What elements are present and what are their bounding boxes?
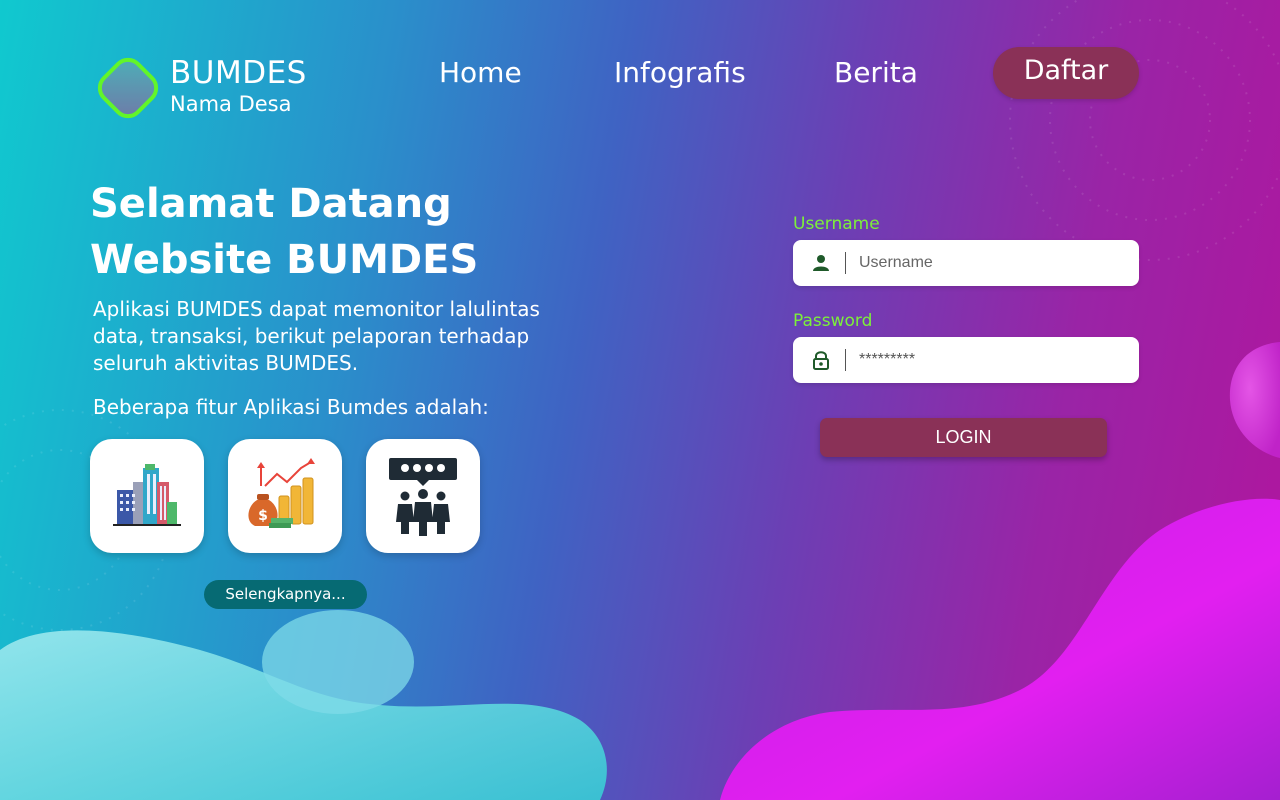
user-icon — [813, 255, 829, 271]
nav-home-link[interactable]: Home — [439, 56, 522, 90]
password-input[interactable] — [859, 345, 1123, 375]
username-label: Username — [793, 214, 880, 234]
username-separator — [845, 252, 846, 274]
username-input[interactable] — [859, 248, 1123, 278]
selengkapnya-button[interactable]: Selengkapnya... — [204, 580, 367, 609]
hero-description: Aplikasi BUMDES dapat memonitor lalulint… — [93, 297, 540, 375]
money-growth-icon: $ — [248, 458, 315, 528]
features-intro: Beberapa fitur Aplikasi Bumdes adalah: — [93, 395, 489, 419]
hero-title-line2: Website BUMDES — [90, 237, 479, 283]
password-field[interactable] — [793, 337, 1139, 383]
username-field[interactable] — [793, 240, 1139, 286]
lock-icon — [813, 351, 829, 370]
nav-infografis-link[interactable]: Infografis — [614, 56, 746, 90]
daftar-button[interactable]: Daftar — [993, 47, 1139, 99]
login-button[interactable]: LOGIN — [820, 418, 1107, 457]
logo — [91, 51, 165, 125]
hero-title: Selamat Datang Website BUMDES — [90, 176, 478, 288]
buildings-icon — [113, 464, 181, 526]
feature-card-finance[interactable]: $ — [228, 439, 342, 553]
hero-title-line1: Selamat Datang — [90, 181, 452, 227]
brand: BUMDES Nama Desa — [170, 56, 307, 116]
svg-text:$: $ — [258, 508, 268, 524]
logo-icon — [91, 51, 165, 125]
feature-card-buildings[interactable] — [90, 439, 204, 553]
feature-card-community[interactable] — [366, 439, 480, 553]
password-separator — [845, 349, 846, 371]
brand-title: BUMDES — [170, 55, 307, 91]
brand-subtitle: Nama Desa — [170, 92, 292, 116]
nav-berita-link[interactable]: Berita — [834, 56, 918, 90]
password-label: Password — [793, 311, 873, 331]
community-icon — [389, 458, 457, 536]
